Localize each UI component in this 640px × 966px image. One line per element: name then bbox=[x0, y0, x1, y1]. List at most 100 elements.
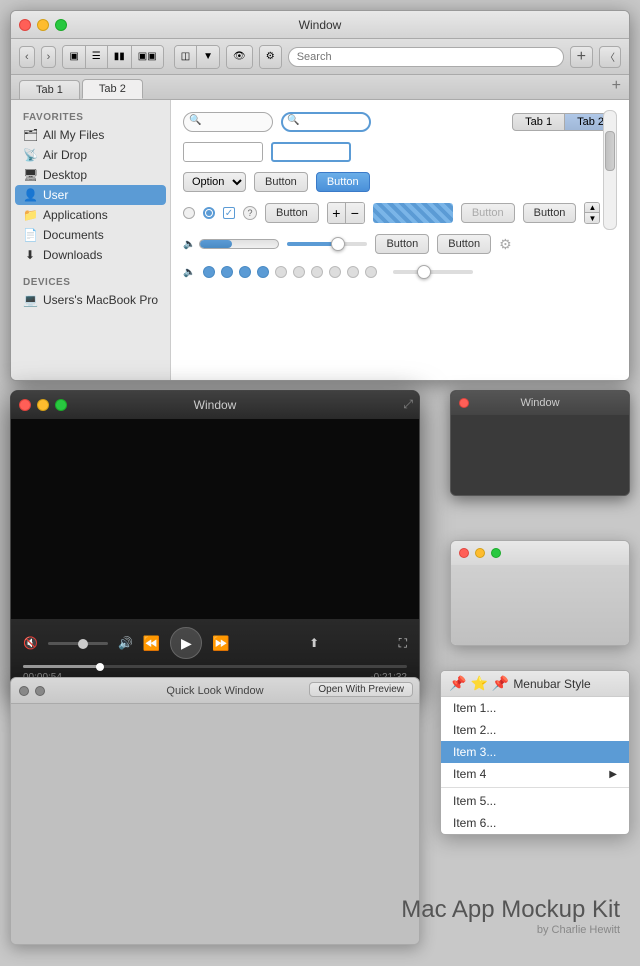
media-minimize-btn[interactable] bbox=[37, 399, 49, 411]
text-field-2[interactable] bbox=[271, 142, 351, 162]
traffic-lights bbox=[19, 19, 67, 31]
menu-item-4[interactable]: Item 4 ▶ bbox=[441, 763, 629, 785]
button-blue[interactable]: Button bbox=[316, 172, 370, 192]
sidebar-item-applications[interactable]: 📁 Applications bbox=[11, 205, 170, 225]
share-btn[interactable]: ⬆ bbox=[309, 636, 319, 650]
dot-5[interactable] bbox=[275, 266, 287, 278]
spin-up[interactable]: ▲ bbox=[585, 203, 599, 213]
stepper-plus[interactable]: + bbox=[328, 203, 346, 223]
slider-2[interactable] bbox=[393, 270, 473, 274]
menu-item-2[interactable]: Item 2... bbox=[441, 719, 629, 741]
button-4[interactable]: Button bbox=[375, 234, 429, 254]
rewind-btn[interactable]: ⏪ bbox=[143, 635, 160, 652]
button-2[interactable]: Button bbox=[265, 203, 319, 223]
view-cover-btn[interactable]: ▣▣ bbox=[132, 46, 163, 68]
fullscreen-btn[interactable]: ⛶ bbox=[399, 636, 407, 651]
resize-icon[interactable]: ⤢ bbox=[403, 397, 413, 412]
radio-unselected[interactable] bbox=[183, 207, 195, 219]
button-3[interactable]: Button bbox=[523, 203, 577, 223]
dot-7[interactable] bbox=[311, 266, 323, 278]
finder-toolbar: ‹ › ▣ ☰ ▮▮ ▣▣ ◫ ▼ 👁 ⚙ + 〈 bbox=[11, 39, 629, 75]
arrange-dropdown-btn[interactable]: ▼ bbox=[197, 46, 219, 68]
dot-6[interactable] bbox=[293, 266, 305, 278]
sidebar-item-documents[interactable]: 📄 Documents bbox=[11, 225, 170, 245]
forward-button[interactable]: › bbox=[41, 46, 57, 68]
view-column-btn[interactable]: ▮▮ bbox=[108, 46, 132, 68]
scrollbar[interactable] bbox=[603, 110, 617, 230]
airdrop-label: Air Drop bbox=[43, 148, 87, 162]
volume-min-icon: 🔈 bbox=[183, 239, 195, 250]
dark-close-btn[interactable] bbox=[459, 398, 469, 408]
arrange-btn[interactable]: ◫ bbox=[175, 46, 197, 68]
menu-item-6-label: Item 6... bbox=[453, 816, 496, 830]
menu-item-3-label: Item 3... bbox=[453, 745, 496, 759]
tab-1[interactable]: Tab 1 bbox=[19, 80, 80, 99]
stepper-minus[interactable]: − bbox=[346, 203, 364, 223]
play-btn[interactable]: ▶ bbox=[170, 627, 202, 659]
add-tab-btn[interactable]: + bbox=[570, 46, 593, 68]
back-button[interactable]: ‹ bbox=[19, 46, 35, 68]
volume-slider[interactable] bbox=[48, 642, 108, 645]
vol-icon-2: 🔈 bbox=[183, 267, 195, 278]
ql-close-btn[interactable] bbox=[19, 686, 29, 696]
vol-up-icon[interactable]: 🔊 bbox=[118, 636, 133, 650]
slider-1[interactable] bbox=[287, 242, 367, 246]
action-icon[interactable]: ⚙ bbox=[499, 236, 512, 253]
light-close-btn[interactable] bbox=[459, 548, 469, 558]
slider-container bbox=[287, 236, 367, 252]
radio-selected[interactable] bbox=[203, 207, 215, 219]
spin-down[interactable]: ▼ bbox=[585, 213, 599, 223]
dot-10[interactable] bbox=[365, 266, 377, 278]
menu-item-1[interactable]: Item 1... bbox=[441, 697, 629, 719]
checkbox-checked[interactable]: ✓ bbox=[223, 207, 235, 219]
scrollbar-thumb[interactable] bbox=[605, 131, 615, 171]
light-window bbox=[450, 540, 630, 646]
light-min-btn[interactable] bbox=[475, 548, 485, 558]
button-1[interactable]: Button bbox=[254, 172, 308, 192]
view-icon-btn[interactable]: ▣ bbox=[63, 46, 85, 68]
dot-8[interactable] bbox=[329, 266, 341, 278]
new-tab-btn[interactable]: + bbox=[612, 77, 621, 95]
collapse-btn[interactable]: 〈 bbox=[599, 46, 621, 68]
text-field-1[interactable] bbox=[183, 142, 263, 162]
minimize-button[interactable] bbox=[37, 19, 49, 31]
media-close-btn[interactable] bbox=[19, 399, 31, 411]
ql-min-btn[interactable] bbox=[35, 686, 45, 696]
sidebar-item-desktop[interactable]: 🖥 Desktop bbox=[11, 165, 170, 185]
dot-2[interactable] bbox=[221, 266, 233, 278]
sidebar-item-user[interactable]: 👤 User bbox=[15, 185, 166, 205]
light-max-btn[interactable] bbox=[491, 548, 501, 558]
maximize-button[interactable] bbox=[55, 19, 67, 31]
fast-forward-btn[interactable]: ⏩ bbox=[212, 635, 229, 652]
media-maximize-btn[interactable] bbox=[55, 399, 67, 411]
eye-btn[interactable]: 👁 bbox=[227, 46, 252, 68]
option-select[interactable]: Option bbox=[183, 172, 246, 192]
menu-item-6[interactable]: Item 6... bbox=[441, 812, 629, 834]
controls-row-5: 🔈 Button Button ⚙ bbox=[183, 234, 617, 254]
media-progress-bar[interactable] bbox=[23, 665, 407, 668]
dot-3[interactable] bbox=[239, 266, 251, 278]
menu-popup: 📌 ⭐ 📌 Menubar Style Item 1... Item 2... … bbox=[440, 670, 630, 835]
dot-4[interactable] bbox=[257, 266, 269, 278]
close-button[interactable] bbox=[19, 19, 31, 31]
help-button[interactable]: ? bbox=[243, 206, 257, 220]
dot-9[interactable] bbox=[347, 266, 359, 278]
open-with-preview-btn[interactable]: Open With Preview bbox=[309, 682, 413, 697]
sidebar-item-airdrop[interactable]: 📡 Air Drop bbox=[11, 145, 170, 165]
sidebar-item-all-files[interactable]: 🗂 All My Files bbox=[11, 125, 170, 145]
sidebar-item-macbook[interactable]: 💻 Users's MacBook Pro bbox=[11, 290, 170, 310]
dot-1[interactable] bbox=[203, 266, 215, 278]
menu-item-3[interactable]: Item 3... bbox=[441, 741, 629, 763]
settings-btn[interactable]: ⚙ bbox=[260, 46, 281, 68]
applications-icon: 📁 bbox=[23, 208, 37, 222]
demo-tab-1[interactable]: Tab 1 bbox=[512, 113, 565, 131]
toolbar-search-input[interactable] bbox=[288, 47, 564, 67]
view-list-btn[interactable]: ☰ bbox=[86, 46, 108, 68]
mute-icon[interactable]: 🔇 bbox=[23, 636, 38, 650]
slider-thumb-2 bbox=[417, 265, 431, 279]
button-disabled[interactable]: Button bbox=[461, 203, 515, 223]
button-5[interactable]: Button bbox=[437, 234, 491, 254]
tab-2[interactable]: Tab 2 bbox=[82, 79, 143, 99]
sidebar-item-downloads[interactable]: ⬇ Downloads bbox=[11, 245, 170, 265]
menu-item-5[interactable]: Item 5... bbox=[441, 790, 629, 812]
